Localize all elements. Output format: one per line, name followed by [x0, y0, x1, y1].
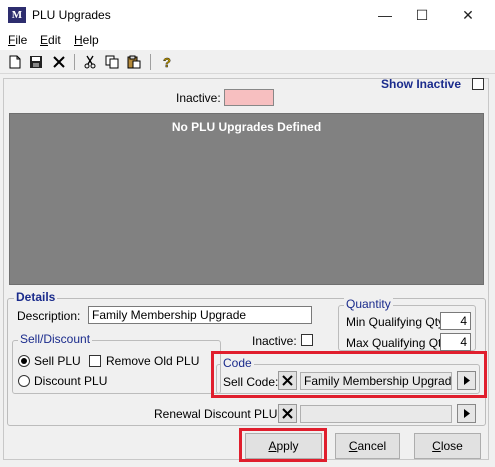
clear-icon	[282, 408, 293, 419]
help-icon[interactable]: ?	[158, 53, 176, 71]
remove-old-plu-label: Remove Old PLU	[106, 354, 200, 368]
sell-code-lookup-button[interactable]	[457, 371, 476, 390]
clear-sell-code-button[interactable]	[278, 371, 297, 390]
delete-icon[interactable]	[50, 53, 68, 71]
renewal-plu-lookup-button[interactable]	[457, 404, 476, 423]
discount-plu-label: Discount PLU	[34, 374, 108, 388]
window-title: PLU Upgrades	[32, 8, 111, 22]
play-arrow-icon	[463, 409, 470, 418]
toolbar-separator	[150, 54, 151, 70]
close-window-button[interactable]: ✕	[446, 0, 490, 30]
remove-old-plu-checkbox[interactable]	[89, 355, 101, 367]
play-arrow-icon	[463, 376, 470, 385]
max-qty-label: Max Qualifying Qty:	[346, 336, 451, 350]
inactive-color-swatch	[224, 89, 274, 106]
svg-text:?: ?	[163, 55, 171, 69]
code-group-label: Code	[221, 356, 254, 370]
save-icon[interactable]	[27, 53, 45, 71]
menu-help[interactable]: Help	[74, 33, 99, 47]
close-button[interactable]: Close	[414, 433, 481, 459]
details-inactive-label: Inactive:	[252, 334, 297, 348]
min-qty-field[interactable]: 4	[440, 312, 471, 330]
inactive-legend-label: Inactive:	[176, 91, 221, 105]
upgrades-grid[interactable]	[9, 113, 484, 285]
sell-plu-radio[interactable]	[18, 355, 30, 367]
app-icon: M	[8, 7, 26, 23]
maximize-button[interactable]: ☐	[400, 0, 444, 30]
quantity-group-label: Quantity	[344, 297, 393, 311]
clear-renewal-plu-button[interactable]	[278, 404, 297, 423]
description-field[interactable]: Family Membership Upgrade	[88, 306, 312, 324]
show-inactive-label: Show Inactive	[381, 77, 462, 91]
menu-edit[interactable]: Edit	[40, 33, 61, 47]
details-inactive-checkbox[interactable]	[301, 334, 313, 346]
copy-icon[interactable]	[103, 53, 121, 71]
clear-icon	[282, 375, 293, 386]
menu-file[interactable]: File	[8, 33, 27, 47]
grid-empty-message: No PLU Upgrades Defined	[171, 120, 322, 134]
min-qty-label: Min Qualifying Qty:	[346, 315, 448, 329]
paste-icon[interactable]	[125, 53, 143, 71]
toolbar-separator	[74, 54, 75, 70]
renewal-discount-plu-field	[300, 405, 452, 423]
cancel-button[interactable]: Cancel	[335, 433, 400, 459]
description-label: Description:	[17, 309, 81, 323]
new-document-icon[interactable]	[6, 53, 24, 71]
sell-code-field: Family Membership Upgrade	[300, 372, 452, 390]
sell-plu-label: Sell PLU	[34, 354, 81, 368]
sell-discount-group-label: Sell/Discount	[18, 332, 93, 346]
renewal-discount-plu-label: Renewal Discount PLU:	[154, 407, 281, 421]
cut-icon[interactable]	[81, 53, 99, 71]
show-inactive-checkbox[interactable]	[472, 78, 484, 90]
sell-code-label: Sell Code:	[223, 375, 279, 389]
apply-button[interactable]: Apply	[245, 433, 322, 459]
max-qty-field[interactable]: 4	[440, 333, 471, 351]
discount-plu-radio[interactable]	[18, 375, 30, 387]
details-group-label: Details	[14, 290, 58, 304]
